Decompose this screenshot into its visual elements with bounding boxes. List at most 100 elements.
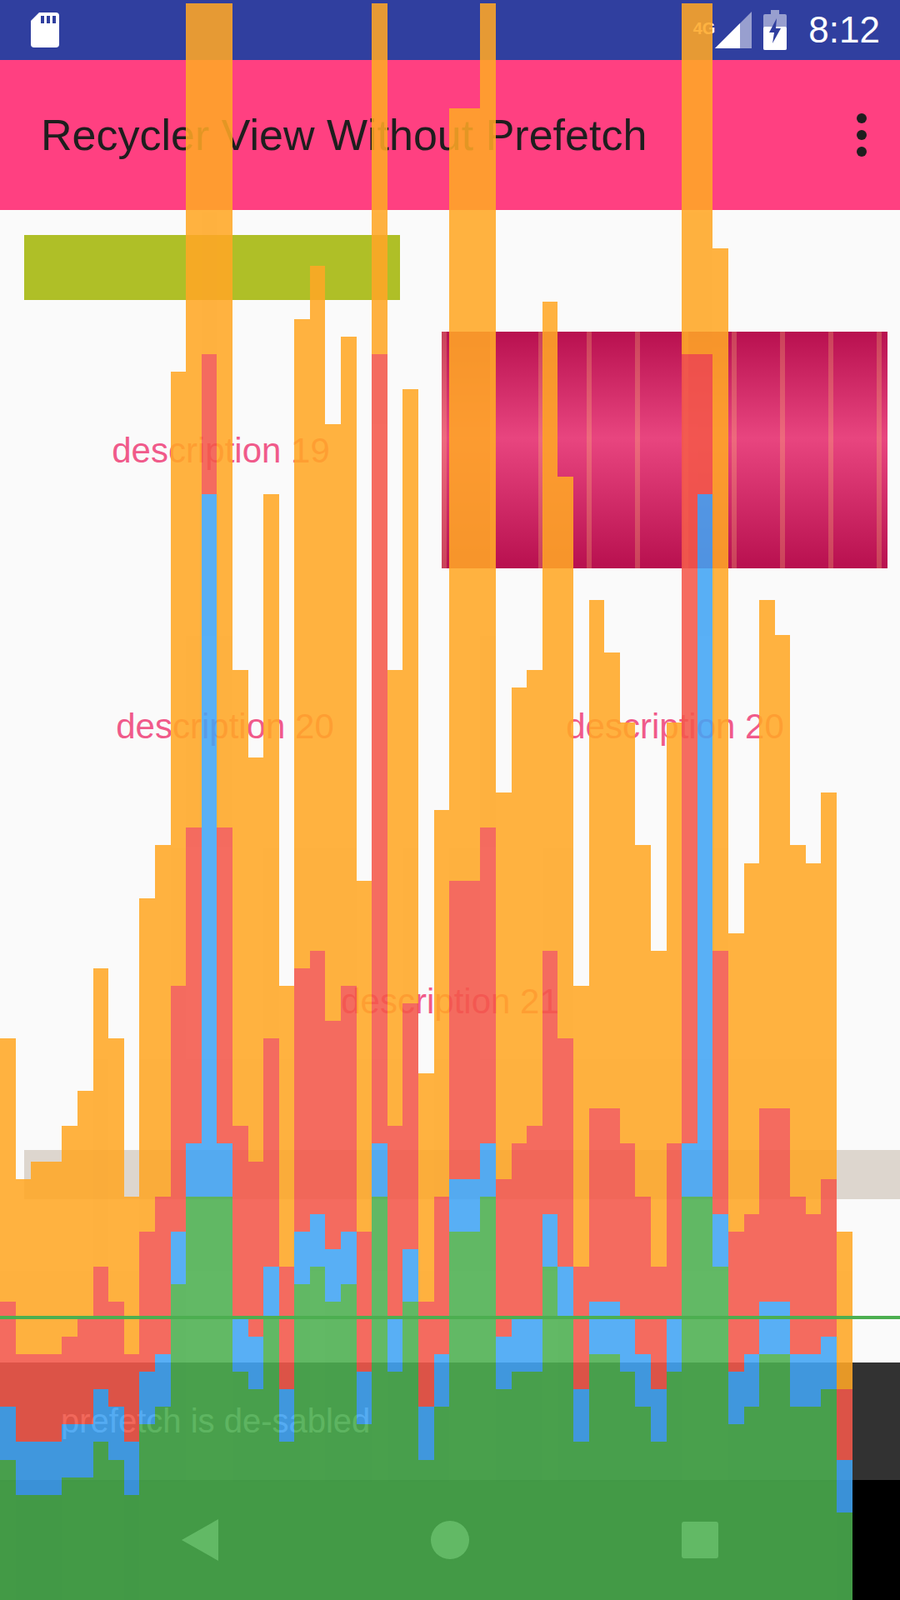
frame-bar [728,933,745,1600]
recents-icon[interactable] [681,1521,719,1559]
frame-segment [155,1406,171,1600]
frame-bar [449,108,465,1600]
frame-segment [790,1354,806,1407]
frame-bar [170,371,187,1600]
frame-segment [216,3,233,829]
frame-segment [201,3,218,355]
recents-button[interactable] [575,1480,825,1600]
frame-segment [449,108,465,881]
frame-bar [836,1231,853,1600]
list-item[interactable]: description 19 [0,235,900,569]
frame-segment [465,1179,481,1232]
back-icon[interactable] [181,1519,219,1561]
frame-segment [0,1038,16,1302]
frame-segment [294,968,310,1232]
frame-segment [418,1406,435,1460]
frame-segment [279,1266,295,1390]
frame-segment [170,985,187,1232]
frame-segment [232,670,249,1127]
frame-bar [418,1073,435,1600]
frame-segment [666,1371,683,1600]
frame-bar [697,3,714,1600]
frame-bar [30,1161,47,1600]
frame-segment [775,1301,791,1355]
frame-segment [371,1196,388,1600]
frame-segment [124,1495,140,1600]
frame-bar [402,389,419,1600]
frame-segment [836,1231,853,1390]
item-description: description 19 [0,430,442,472]
frame-segment [728,1424,745,1600]
frame-segment [340,985,357,1232]
frame-segment [542,1214,559,1267]
frame-segment [480,3,496,829]
frame-segment [495,792,512,1179]
frame-segment [185,827,202,1144]
frame-segment [310,1266,326,1600]
frame-segment [201,1196,218,1600]
frame-segment [402,1249,419,1302]
frame-bar [356,880,373,1600]
frame-segment [836,1460,853,1513]
frame-segment [744,1406,760,1600]
frame-segment [728,1231,745,1372]
frame-segment [775,1354,791,1600]
frame-bar [139,898,155,1600]
frame-segment [325,424,341,1021]
frame-segment [573,985,590,1267]
frame-segment [511,1371,528,1600]
frame-segment [449,1231,465,1600]
frame-segment [325,1301,341,1600]
frame-bar [495,792,512,1600]
back-button[interactable] [75,1480,325,1600]
more-options-icon[interactable] [853,111,870,159]
frame-segment [557,1038,574,1267]
frame-segment [232,1319,249,1372]
frame-segment [15,1179,32,1355]
network-type: 4G [693,19,716,39]
frame-bar [310,265,326,1600]
item-description: description 20 [0,705,450,748]
frame-segment [294,1231,310,1285]
frame-segment [216,827,233,1144]
frame-segment [775,1108,791,1302]
frame-segment [232,1371,249,1600]
frame-segment [526,670,543,1127]
frame-segment [712,248,729,950]
status-indicators: 4G8:12 [693,9,880,51]
frame-segment [139,1371,155,1425]
frame-segment [557,476,574,1039]
frame-bar [712,248,729,1600]
frame-segment [340,336,357,986]
home-icon[interactable] [430,1520,470,1560]
frame-segment [310,950,326,1215]
frame-segment [108,1460,125,1600]
frame-segment [712,950,729,1215]
frame-segment [77,1424,94,1477]
frame-segment [434,810,450,1196]
frame-bar [232,670,249,1600]
frame-bar [340,336,357,1600]
list-item[interactable]: description 20description 20 [0,705,900,748]
frame-segment [805,1406,822,1600]
frame-segment [371,3,388,355]
battery-icon [763,10,787,50]
recycler-view[interactable]: description 19description 20description … [0,210,900,1480]
frame-segment [526,1371,543,1600]
frame-bar [294,319,310,1600]
frame-segment [449,1179,465,1232]
toolbar-title: Recycler View Without Prefetch [40,110,647,160]
frame-segment [573,1266,590,1390]
threshold-line [0,1315,900,1320]
frame-bar [542,301,559,1600]
list-item[interactable]: description 21 [0,980,900,1023]
frame-segment [759,600,775,1110]
frame-segment [589,600,605,1110]
frame-segment [650,1389,667,1442]
frame-segment [402,389,419,1004]
frame-segment [108,1038,125,1302]
home-button[interactable] [325,1480,575,1600]
frame-segment [666,1143,683,1320]
frame-segment [418,1073,435,1302]
frame-segment [635,1196,651,1355]
